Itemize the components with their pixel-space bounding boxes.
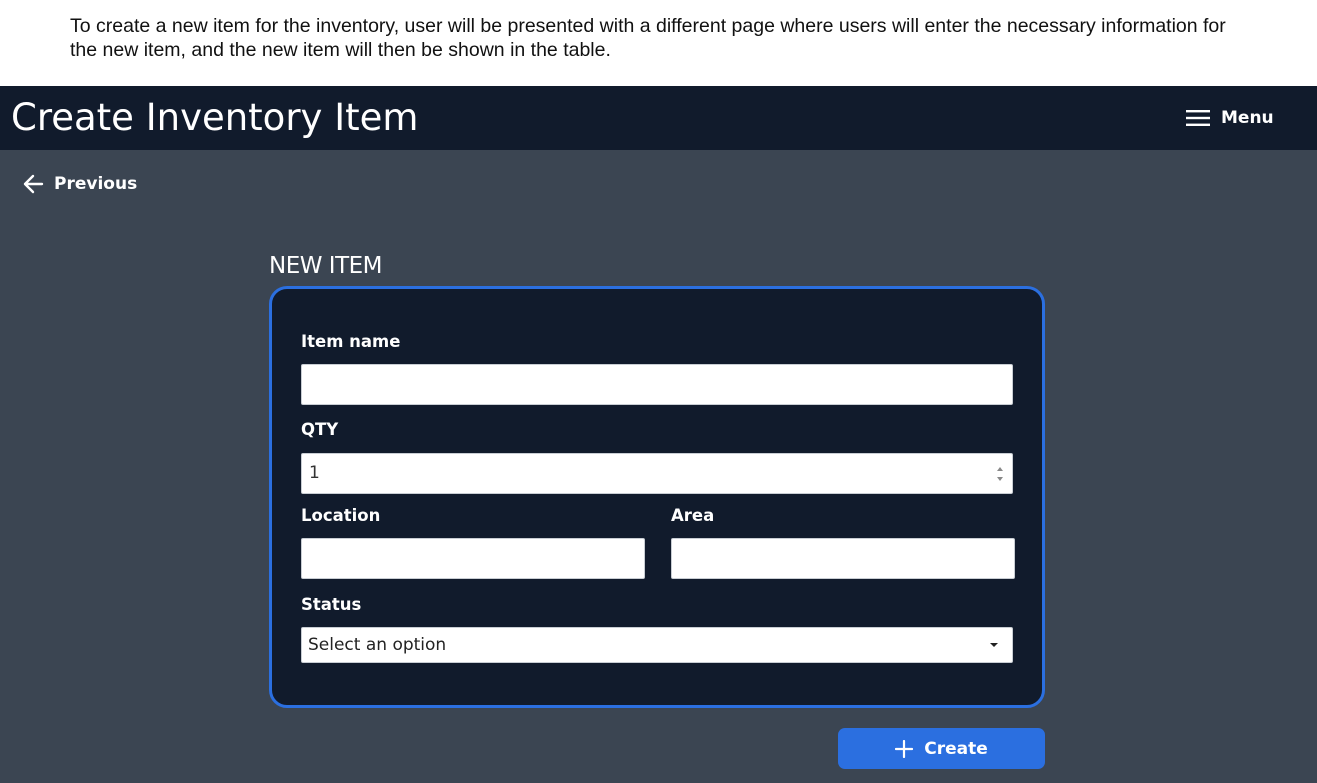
caption-text: To create a new item for the inventory, …: [70, 15, 1226, 61]
chevron-down-icon: [990, 643, 998, 647]
app-window: Create Inventory Item Menu Previous NEW …: [0, 86, 1317, 783]
location-input[interactable]: [301, 538, 645, 579]
hamburger-icon: [1186, 110, 1210, 126]
status-selected-value: Select an option: [308, 635, 447, 655]
number-spinner-icon[interactable]: [996, 464, 1004, 484]
menu-button[interactable]: Menu: [1186, 104, 1274, 132]
qty-value: 1: [309, 463, 320, 483]
area-input[interactable]: [671, 538, 1015, 579]
section-title: NEW ITEM: [269, 253, 383, 279]
previous-link[interactable]: Previous: [22, 171, 137, 197]
status-label: Status: [301, 595, 362, 614]
plus-icon: [895, 739, 914, 758]
create-button[interactable]: Create: [838, 728, 1045, 769]
item-name-input[interactable]: [301, 364, 1013, 405]
previous-label: Previous: [54, 174, 138, 194]
top-bar: Create Inventory Item Menu: [0, 86, 1317, 150]
location-label: Location: [301, 506, 381, 525]
qty-label: QTY: [301, 420, 339, 439]
area-label: Area: [671, 506, 715, 525]
page-title: Create Inventory Item: [11, 96, 419, 139]
menu-label: Menu: [1221, 108, 1274, 128]
new-item-form: Item name QTY 1 Location Area Status Sel…: [269, 286, 1045, 708]
status-select[interactable]: Select an option: [301, 627, 1013, 663]
arrow-left-icon: [23, 174, 44, 194]
qty-input[interactable]: 1: [301, 453, 1013, 494]
create-label: Create: [924, 738, 988, 759]
item-name-label: Item name: [301, 332, 401, 351]
